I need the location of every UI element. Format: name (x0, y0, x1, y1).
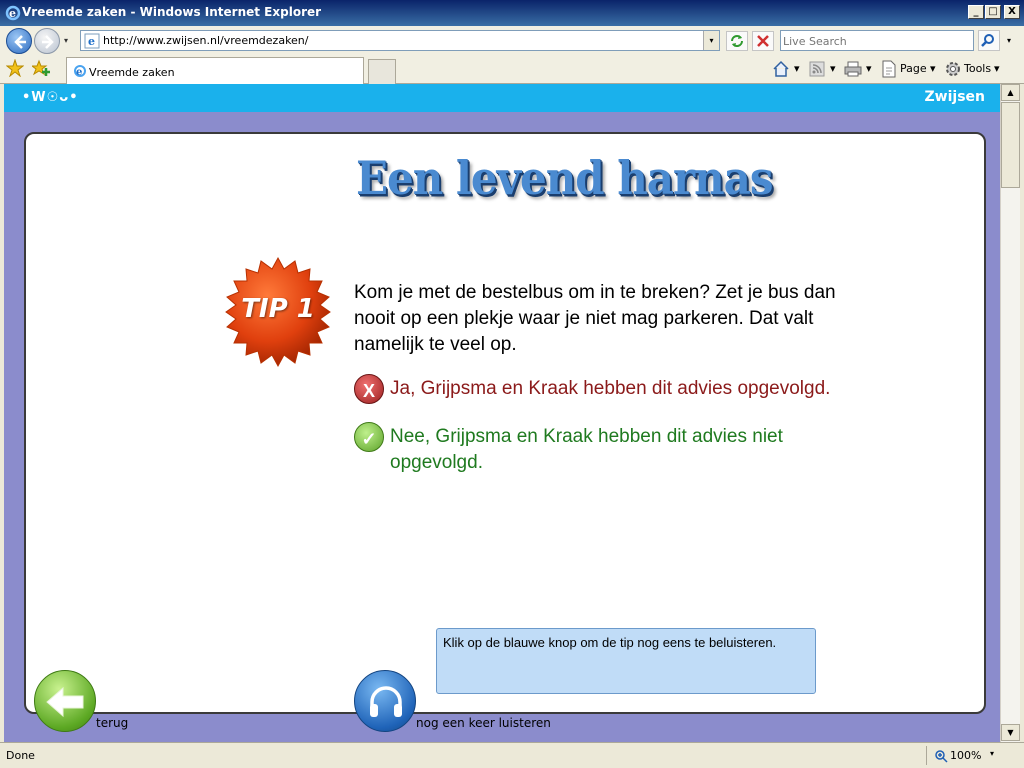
page-dropdown[interactable]: ▾ (930, 62, 936, 75)
zwijsen-logo[interactable]: •W☉ᴗ• (22, 90, 79, 105)
ie-page-icon: e (74, 65, 86, 78)
listen-again-label[interactable]: nog een keer luisteren (416, 716, 551, 730)
add-favorite-icon[interactable] (32, 59, 50, 77)
browser-back-button[interactable] (6, 28, 32, 54)
answer-option-nee[interactable]: ✓ Nee, Grijpsma en Kraak hebben dit advi… (354, 422, 874, 478)
address-toolbar: ▾ e http://www.zwijsen.nl/vreemdezaken/ … (0, 26, 1024, 54)
tools-dropdown[interactable]: ▾ (994, 62, 1000, 75)
tip-card: Een levend harnas TIP 1 Kom je met de be… (24, 132, 986, 714)
search-icon (981, 34, 994, 47)
refresh-button[interactable] (726, 31, 748, 51)
page-icon[interactable] (880, 60, 898, 78)
gear-icon[interactable] (944, 60, 962, 78)
scroll-thumb[interactable] (1001, 102, 1020, 188)
feeds-icon[interactable] (808, 60, 826, 78)
close-button[interactable]: X (1004, 5, 1020, 19)
scroll-up-icon[interactable]: ▲ (1001, 84, 1020, 101)
page-title: Een levend harnas (356, 152, 773, 205)
status-text: Done (6, 749, 35, 762)
new-tab-button[interactable] (368, 59, 396, 84)
minimize-button[interactable]: _ (968, 5, 984, 19)
answer-text[interactable]: Ja, Grijpsma en Kraak hebben dit advies … (390, 376, 860, 402)
cross-mark: X (362, 381, 375, 401)
cross-icon[interactable]: X (354, 374, 384, 404)
zoom-dropdown[interactable]: ▾ (990, 749, 994, 758)
search-box[interactable] (780, 30, 974, 51)
search-button[interactable] (978, 30, 1000, 51)
svg-text:e: e (9, 7, 16, 20)
arrow-left-icon (14, 35, 26, 49)
back-label[interactable]: terug (96, 716, 128, 730)
arrow-left-icon (46, 686, 84, 718)
answer-option-ja[interactable]: X Ja, Grijpsma en Kraak hebben dit advie… (354, 374, 874, 408)
browser-forward-button[interactable] (34, 28, 60, 54)
brand-name[interactable]: Zwijsen (925, 89, 985, 105)
status-bar: Done 100% ▾ (0, 742, 1024, 768)
favorites-star-icon[interactable] (6, 59, 24, 77)
maximize-button[interactable]: □ (985, 5, 1001, 19)
refresh-icon (731, 35, 743, 47)
vertical-scrollbar[interactable]: ▲ ▼ (1000, 84, 1020, 742)
back-button[interactable] (34, 670, 96, 732)
tip-badge-label: TIP 1 (241, 294, 315, 324)
status-divider (926, 746, 927, 765)
print-icon[interactable] (844, 60, 862, 78)
tab-bar: e Vreemde zaken ▾ ▾ ▾ Page ▾ Tools ▾ (0, 54, 1024, 84)
zoom-icon[interactable] (934, 749, 948, 763)
svg-text:e: e (88, 35, 95, 48)
headphones-icon (370, 686, 402, 717)
check-icon[interactable]: ✓ (354, 422, 384, 452)
page-menu[interactable]: Page (900, 62, 927, 75)
stop-button[interactable] (752, 31, 774, 51)
tab-vreemde-zaken[interactable]: e Vreemde zaken (66, 57, 364, 84)
arrow-right-icon (42, 35, 54, 49)
url-text[interactable]: http://www.zwijsen.nl/vreemdezaken/ (103, 34, 309, 47)
web-content: •W☉ᴗ• Zwijsen Een levend harnas TIP 1 Ko… (4, 84, 1000, 742)
listen-again-button[interactable] (354, 670, 416, 732)
home-dropdown[interactable]: ▾ (794, 62, 800, 75)
zoom-level[interactable]: 100% (950, 749, 981, 762)
search-input[interactable] (783, 33, 969, 49)
site-header: •W☉ᴗ• Zwijsen (4, 84, 1000, 112)
tip-text: Kom je met de bestelbus om in te breken?… (354, 282, 836, 355)
window-title: Vreemde zaken - Windows Internet Explore… (22, 5, 322, 19)
feeds-dropdown[interactable]: ▾ (830, 62, 836, 75)
title-bar: e Vreemde zaken - Windows Internet Explo… (0, 0, 1024, 26)
address-dropdown[interactable]: ▾ (703, 31, 719, 50)
check-mark: ✓ (361, 429, 377, 449)
tip-badge: TIP 1 (222, 256, 334, 368)
ie-logo-icon: e (5, 5, 21, 21)
home-icon[interactable] (772, 60, 790, 78)
ie-page-icon: e (84, 33, 100, 49)
history-dropdown[interactable]: ▾ (64, 36, 68, 45)
stop-icon (757, 35, 769, 47)
answer-text[interactable]: Nee, Grijpsma en Kraak hebben dit advies… (390, 424, 860, 476)
tools-menu[interactable]: Tools (964, 62, 991, 75)
svg-text:e: e (76, 67, 82, 78)
print-dropdown[interactable]: ▾ (866, 62, 872, 75)
search-options-dropdown[interactable]: ▾ (1002, 30, 1016, 51)
tab-label: Vreemde zaken (89, 66, 175, 79)
address-bar[interactable]: e http://www.zwijsen.nl/vreemdezaken/ ▾ (80, 30, 720, 51)
scroll-down-icon[interactable]: ▼ (1001, 724, 1020, 741)
hint-box: Klik op de blauwe knop om de tip nog een… (436, 628, 816, 694)
